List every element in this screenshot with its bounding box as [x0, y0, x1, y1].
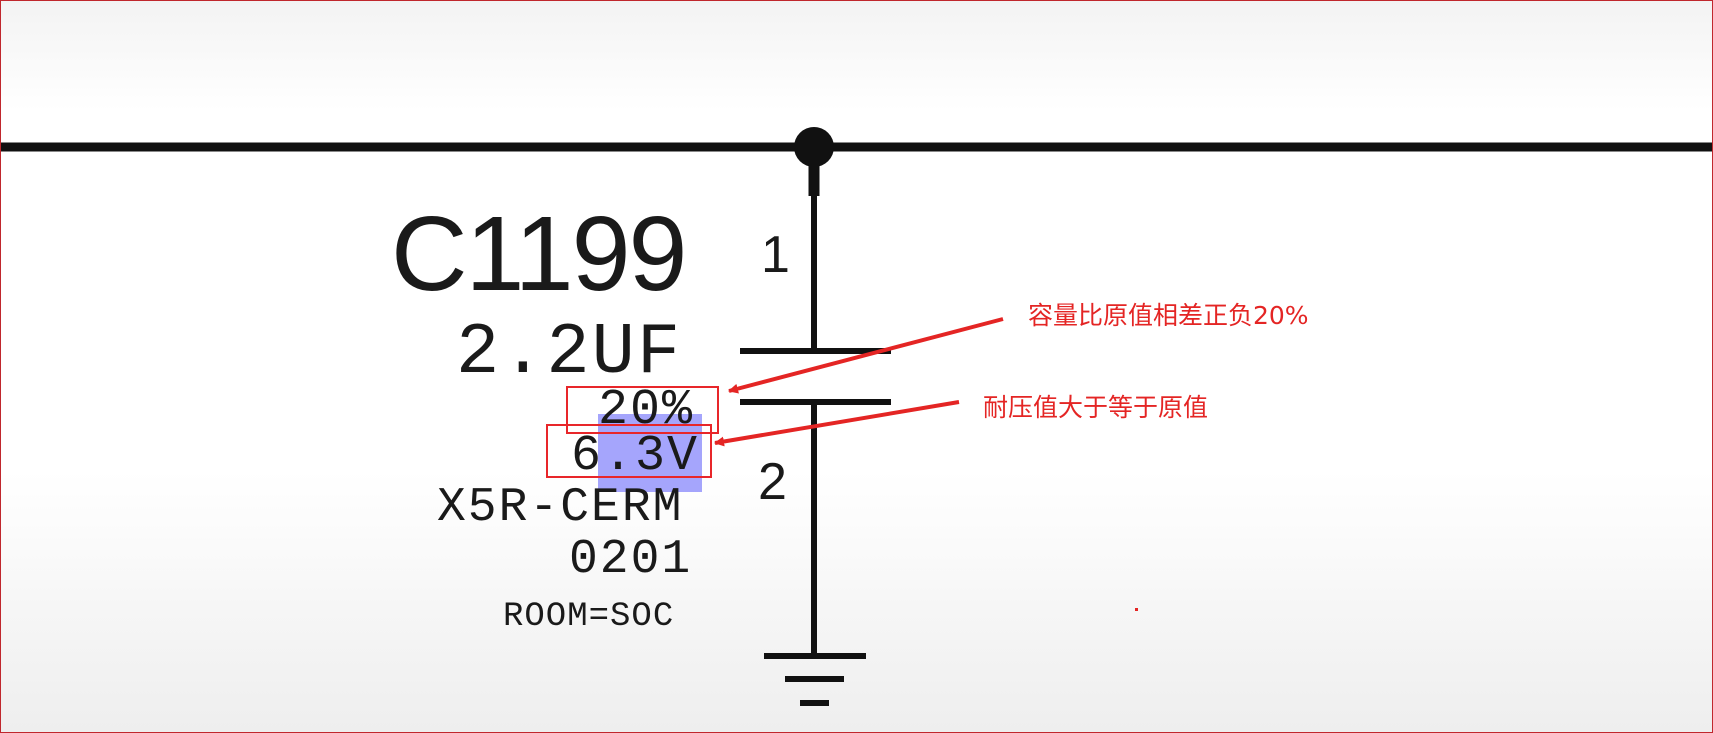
ground-icon — [764, 653, 866, 706]
dielectric-type: X5R-CERM — [437, 481, 684, 535]
tolerance-annotation-note: 容量比原值相差正负20% — [1028, 301, 1309, 330]
tolerance-arrow — [728, 317, 1004, 394]
pin-number-bottom: 2 — [758, 453, 787, 511]
voltage-arrow — [714, 400, 960, 447]
schematic-canvas: C1199 1 2 2.2UF 20% 6.3V X5R-CERM 0201 R… — [0, 0, 1713, 733]
stray-mark — [1135, 608, 1138, 611]
voltage-annotation-box — [546, 424, 712, 478]
package-size: 0201 — [569, 533, 693, 587]
voltage-annotation-note: 耐压值大于等于原值 — [983, 393, 1209, 422]
schematic-drawing — [1, 127, 1712, 706]
room-attribute: ROOM=SOC — [503, 598, 675, 636]
component-reference: C1199 — [391, 195, 687, 313]
capacitance-value: 2.2UF — [456, 312, 683, 394]
pin-number-top: 1 — [761, 226, 790, 284]
